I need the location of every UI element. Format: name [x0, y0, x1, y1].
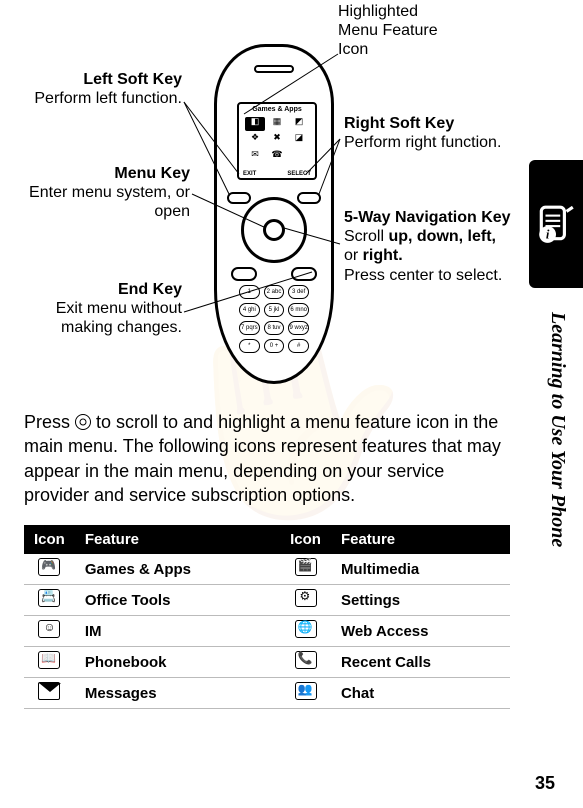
leader-lines — [24, 4, 524, 404]
side-tab-icon: i — [529, 160, 583, 288]
body-paragraph: Press to scroll to and highlight a menu … — [24, 410, 504, 507]
side-section-title: Learning to Use Your Phone — [546, 312, 569, 742]
messages-icon — [38, 682, 60, 700]
th-feature: Feature — [75, 525, 280, 554]
feature-name: Phonebook — [75, 647, 280, 678]
features-table: Icon Feature Icon Feature Games & Apps M… — [24, 525, 510, 709]
feature-name: Chat — [331, 678, 510, 709]
phone-diagram: Highlighted Menu Feature Icon Left Soft … — [24, 4, 559, 404]
nav-icon-inline — [75, 414, 91, 430]
feature-name: IM — [75, 616, 280, 647]
phonebook-icon — [38, 651, 60, 669]
table-row: Messages Chat — [24, 678, 510, 709]
multimedia-icon — [295, 558, 317, 576]
chat-icon — [295, 682, 317, 700]
th-feature: Feature — [331, 525, 510, 554]
table-row: Office Tools Settings — [24, 585, 510, 616]
games-icon — [38, 558, 60, 576]
phone-info-icon: i — [535, 203, 577, 245]
th-icon: Icon — [24, 525, 75, 554]
table-row: Games & Apps Multimedia — [24, 554, 510, 585]
feature-name: Settings — [331, 585, 510, 616]
settings-icon — [295, 589, 317, 607]
table-header-row: Icon Feature Icon Feature — [24, 525, 510, 554]
table-row: IM Web Access — [24, 616, 510, 647]
feature-name: Web Access — [331, 616, 510, 647]
feature-name: Games & Apps — [75, 554, 280, 585]
recent-calls-icon — [295, 651, 317, 669]
svg-text:i: i — [546, 228, 550, 242]
feature-name: Multimedia — [331, 554, 510, 585]
feature-name: Recent Calls — [331, 647, 510, 678]
body-text-a: Press — [24, 412, 75, 432]
page-number: 35 — [535, 773, 555, 794]
feature-name: Messages — [75, 678, 280, 709]
th-icon: Icon — [280, 525, 331, 554]
feature-name: Office Tools — [75, 585, 280, 616]
im-icon — [38, 620, 60, 638]
table-row: Phonebook Recent Calls — [24, 647, 510, 678]
body-text-b: to scroll to and highlight a menu featur… — [24, 412, 501, 505]
office-tools-icon — [38, 589, 60, 607]
web-access-icon — [295, 620, 317, 638]
